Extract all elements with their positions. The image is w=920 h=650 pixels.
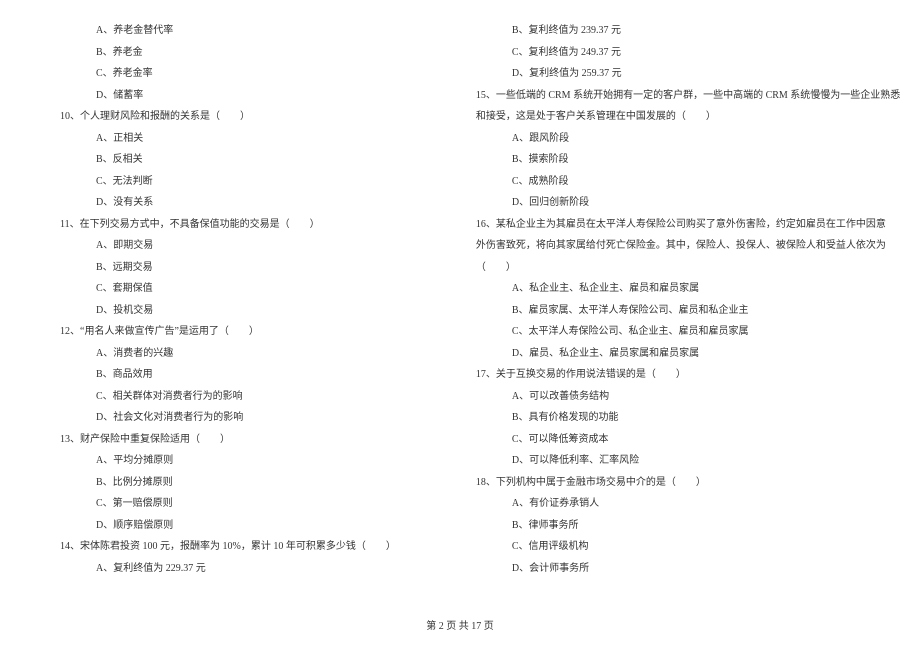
q14-option-a: A、复利终值为 229.37 元 bbox=[40, 558, 396, 580]
q13-option-c: C、第一赔偿原则 bbox=[40, 493, 396, 515]
q13-option-a: A、平均分摊原则 bbox=[40, 450, 396, 472]
q14-stem: 14、宋体陈君投资 100 元，报酬率为 10%，累计 10 年可积累多少钱（ … bbox=[40, 536, 396, 558]
q9-option-a: A、养老金替代率 bbox=[40, 20, 396, 42]
q12-option-c: C、相关群体对消费者行为的影响 bbox=[40, 386, 396, 408]
q18-option-c: C、信用评级机构 bbox=[456, 536, 900, 558]
q13-option-b: B、比例分摊原则 bbox=[40, 472, 396, 494]
page-footer: 第 2 页 共 17 页 bbox=[0, 617, 920, 632]
left-column: A、养老金替代率 B、养老金 C、养老金率 D、储蓄率 10、个人理财风险和报酬… bbox=[40, 20, 426, 610]
q14-option-d: D、复利终值为 259.37 元 bbox=[456, 63, 900, 85]
right-column: B、复利终值为 239.37 元 C、复利终值为 249.37 元 D、复利终值… bbox=[426, 20, 900, 610]
q16-stem-line1: 16、某私企业主为其雇员在太平洋人寿保险公司购买了意外伤害险，约定如雇员在工作中… bbox=[456, 214, 900, 236]
q11-option-a: A、即期交易 bbox=[40, 235, 396, 257]
q11-option-b: B、远期交易 bbox=[40, 257, 396, 279]
q14-option-b: B、复利终值为 239.37 元 bbox=[456, 20, 900, 42]
q14-option-c: C、复利终值为 249.37 元 bbox=[456, 42, 900, 64]
q9-option-d: D、储蓄率 bbox=[40, 85, 396, 107]
q17-stem: 17、关于互换交易的作用说法错误的是（ ） bbox=[456, 364, 900, 386]
q11-option-d: D、投机交易 bbox=[40, 300, 396, 322]
q10-option-c: C、无法判断 bbox=[40, 171, 396, 193]
q16-stem-line2: 外伤害致死，将向其家属给付死亡保险金。其中，保险人、投保人、被保险人和受益人依次… bbox=[456, 235, 900, 257]
page-body: A、养老金替代率 B、养老金 C、养老金率 D、储蓄率 10、个人理财风险和报酬… bbox=[0, 0, 920, 610]
q15-stem-line2: 和接受，这是处于客户关系管理在中国发展的（ ） bbox=[456, 106, 900, 128]
q12-option-b: B、商品效用 bbox=[40, 364, 396, 386]
q15-option-c: C、成熟阶段 bbox=[456, 171, 900, 193]
q12-stem: 12、“用名人来做宣传广告”是运用了（ ） bbox=[40, 321, 396, 343]
q17-option-c: C、可以降低筹资成本 bbox=[456, 429, 900, 451]
q9-option-b: B、养老金 bbox=[40, 42, 396, 64]
q17-option-b: B、具有价格发现的功能 bbox=[456, 407, 900, 429]
q10-option-b: B、反相关 bbox=[40, 149, 396, 171]
q10-stem: 10、个人理财风险和报酬的关系是（ ） bbox=[40, 106, 396, 128]
q11-stem: 11、在下列交易方式中，不具备保值功能的交易是（ ） bbox=[40, 214, 396, 236]
q11-option-c: C、套期保值 bbox=[40, 278, 396, 300]
q18-option-a: A、有价证券承销人 bbox=[456, 493, 900, 515]
q12-option-d: D、社会文化对消费者行为的影响 bbox=[40, 407, 396, 429]
q16-option-a: A、私企业主、私企业主、雇员和雇员家属 bbox=[456, 278, 900, 300]
q16-option-d: D、雇员、私企业主、雇员家属和雇员家属 bbox=[456, 343, 900, 365]
q17-option-d: D、可以降低利率、汇率风险 bbox=[456, 450, 900, 472]
q17-option-a: A、可以改善债务结构 bbox=[456, 386, 900, 408]
q16-stem-line3: （ ） bbox=[456, 257, 900, 279]
q10-option-d: D、没有关系 bbox=[40, 192, 396, 214]
q18-stem: 18、下列机构中属于金融市场交易中介的是（ ） bbox=[456, 472, 900, 494]
q18-option-b: B、律师事务所 bbox=[456, 515, 900, 537]
q15-option-a: A、跟风阶段 bbox=[456, 128, 900, 150]
q15-stem-line1: 15、一些低端的 CRM 系统开始拥有一定的客户群，一些中高端的 CRM 系统慢… bbox=[456, 85, 900, 107]
q12-option-a: A、消费者的兴趣 bbox=[40, 343, 396, 365]
q15-option-d: D、回归创新阶段 bbox=[456, 192, 900, 214]
q18-option-d: D、会计师事务所 bbox=[456, 558, 900, 580]
q10-option-a: A、正相关 bbox=[40, 128, 396, 150]
q9-option-c: C、养老金率 bbox=[40, 63, 396, 85]
q16-option-c: C、太平洋人寿保险公司、私企业主、雇员和雇员家属 bbox=[456, 321, 900, 343]
q13-option-d: D、顺序赔偿原则 bbox=[40, 515, 396, 537]
q13-stem: 13、财产保险中重复保险适用（ ） bbox=[40, 429, 396, 451]
q15-option-b: B、摸索阶段 bbox=[456, 149, 900, 171]
q16-option-b: B、雇员家属、太平洋人寿保险公司、雇员和私企业主 bbox=[456, 300, 900, 322]
